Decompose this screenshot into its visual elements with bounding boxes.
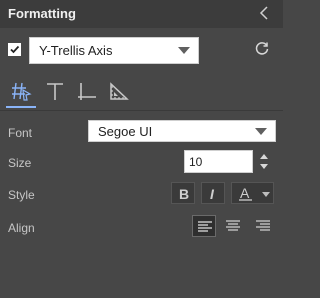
align-left-button[interactable] <box>192 215 216 237</box>
tab-axis-format[interactable] <box>6 76 36 108</box>
axis-lines-icon <box>78 83 96 100</box>
divider <box>0 110 283 111</box>
align-right-icon <box>256 220 270 231</box>
italic-icon: I <box>210 186 214 202</box>
panel-title: Formatting <box>8 6 76 21</box>
align-right-button[interactable] <box>251 215 275 237</box>
style-label: Style <box>8 188 35 202</box>
axis-dropdown[interactable]: Y-Trellis Axis <box>29 37 199 64</box>
axis-dropdown-value: Y-Trellis Axis <box>39 43 113 58</box>
ruler-icon <box>110 82 129 100</box>
text-icon <box>47 83 63 100</box>
panel-header: Formatting <box>0 0 283 28</box>
axis-selector-row: Y-Trellis Axis <box>0 28 283 72</box>
align-center-button[interactable] <box>221 215 245 237</box>
tab-axis-lines[interactable] <box>72 76 102 106</box>
chevron-down-icon[interactable] <box>262 192 270 197</box>
chevron-down-icon <box>178 47 190 54</box>
axis-format-icon <box>12 82 32 101</box>
font-dropdown-value: Segoe UI <box>98 124 153 139</box>
size-input[interactable]: 10 <box>184 150 253 173</box>
reset-icon[interactable] <box>253 40 271 58</box>
font-color-swatch <box>239 199 252 201</box>
bold-icon: B <box>179 186 190 202</box>
stepper-up-icon[interactable] <box>260 154 268 159</box>
format-tabs <box>0 72 283 110</box>
axis-enabled-checkbox[interactable] <box>8 43 21 56</box>
stepper-down-icon[interactable] <box>260 164 268 169</box>
align-label: Align <box>8 221 35 235</box>
align-left-icon <box>198 221 212 232</box>
size-stepper[interactable] <box>257 151 271 173</box>
italic-button[interactable]: I <box>201 182 225 204</box>
tab-text[interactable] <box>40 76 70 106</box>
font-label: Font <box>8 126 33 140</box>
size-label: Size <box>8 156 32 170</box>
chevron-down-icon <box>255 128 267 135</box>
collapse-panel-icon[interactable] <box>257 4 273 22</box>
align-center-icon <box>226 220 240 231</box>
tab-ruler[interactable] <box>104 76 134 106</box>
bold-button[interactable]: B <box>171 182 195 204</box>
size-input-value: 10 <box>189 155 203 169</box>
font-dropdown[interactable]: Segoe UI <box>88 120 276 142</box>
font-color-button[interactable]: A <box>231 182 274 204</box>
